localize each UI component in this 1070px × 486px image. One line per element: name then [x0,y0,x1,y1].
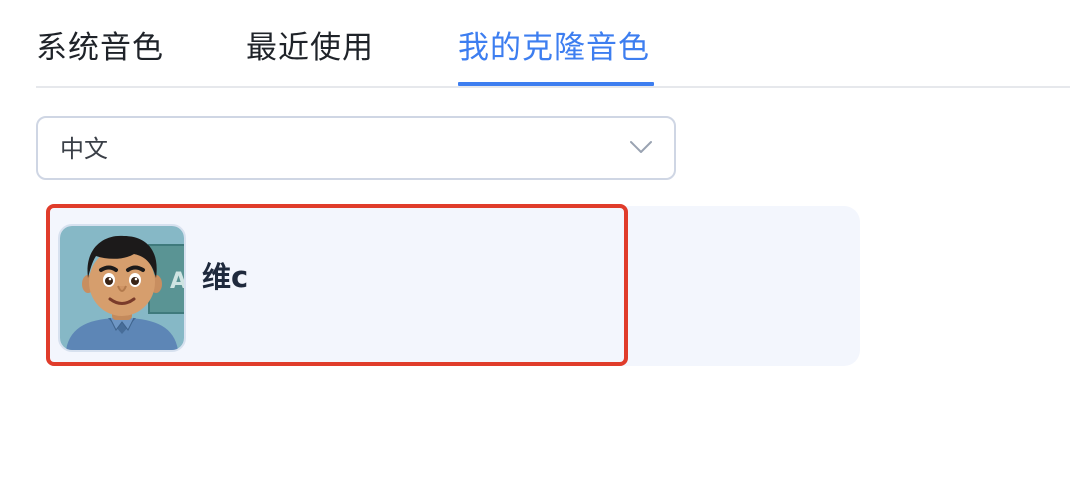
voice-name: 维c [202,260,249,294]
voice-card[interactable]: A [46,204,628,366]
tab-recently-used[interactable]: 最近使用 [246,28,374,68]
tab-my-cloned-voices[interactable]: 我的克隆音色 [458,28,650,68]
svg-text:A: A [170,269,184,294]
cartoon-man-avatar: A [58,224,186,352]
language-select-value: 中文 [60,135,108,163]
voice-tabs: 系统音色 最近使用 我的克隆音色 [36,0,1070,88]
active-tab-indicator [458,82,654,86]
tab-system-voices[interactable]: 系统音色 [36,28,164,68]
voice-picker-page: 系统音色 最近使用 我的克隆音色 中文 A [0,0,1070,486]
language-select[interactable]: 中文 [36,116,676,180]
chevron-down-icon [630,141,652,153]
